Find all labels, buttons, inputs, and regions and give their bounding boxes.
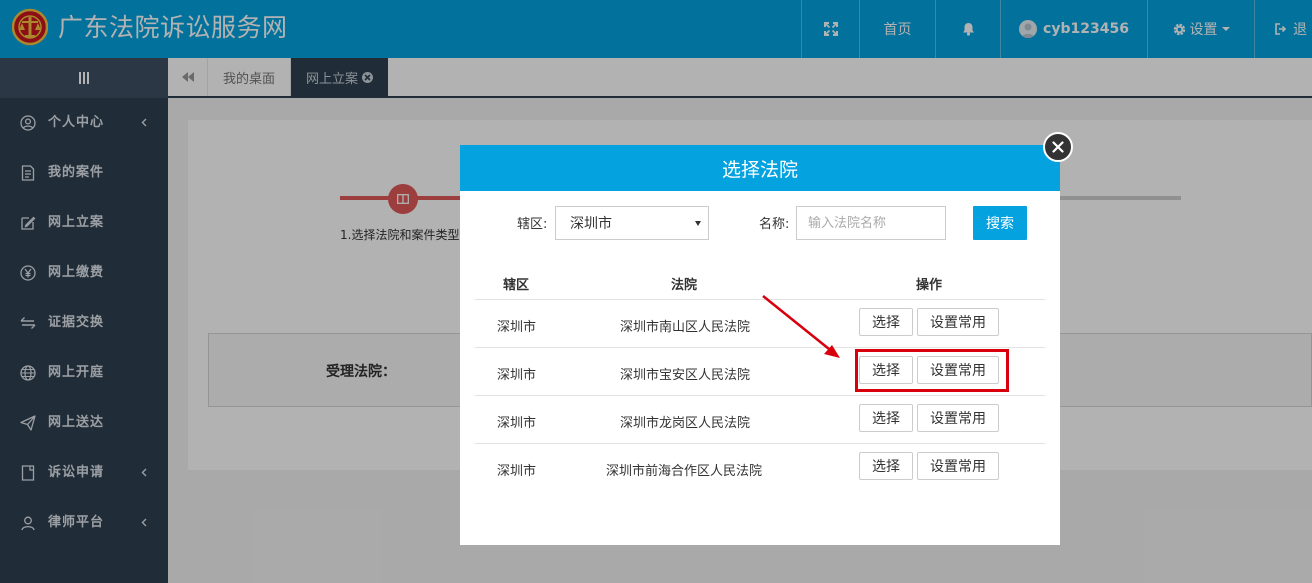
- cell-district: 深圳市: [497, 416, 537, 431]
- cell-district: 深圳市: [497, 320, 537, 335]
- district-select[interactable]: 深圳市: [555, 206, 709, 240]
- cell-court: 深圳市前海合作区人民法院: [606, 464, 763, 479]
- select-court-button[interactable]: 选择: [859, 452, 913, 480]
- column-header-action: 操作: [916, 278, 943, 293]
- table-row: 深圳市 深圳市龙岗区人民法院 选择 设置常用: [475, 396, 1045, 444]
- modal-title: 选择法院: [460, 145, 1060, 191]
- cell-court: 深圳市宝安区人民法院: [620, 368, 751, 383]
- court-name-label: 名称:: [759, 217, 790, 232]
- select-court-button[interactable]: 选择: [859, 404, 913, 432]
- district-label: 辖区:: [517, 217, 548, 232]
- court-name-input[interactable]: [796, 206, 946, 240]
- set-common-button[interactable]: 设置常用: [917, 308, 999, 336]
- cell-court: 深圳市南山区人民法院: [620, 320, 751, 335]
- close-icon: [1052, 141, 1064, 153]
- search-button[interactable]: 搜索: [973, 206, 1027, 240]
- close-modal-button[interactable]: [1043, 132, 1073, 162]
- column-header-court: 法院: [671, 278, 698, 293]
- column-header-district: 辖区: [503, 278, 530, 293]
- table-row: 深圳市 深圳市前海合作区人民法院 选择 设置常用: [475, 444, 1045, 492]
- set-common-button[interactable]: 设置常用: [917, 452, 999, 480]
- annotation-highlight-box: [855, 349, 1009, 392]
- set-common-button[interactable]: 设置常用: [917, 404, 999, 432]
- district-select-value: 深圳市: [570, 216, 612, 232]
- cell-district: 深圳市: [497, 464, 537, 479]
- annotation-arrow-icon: [762, 295, 840, 358]
- chevron-down-icon: [695, 221, 701, 226]
- cell-court: 深圳市龙岗区人民法院: [620, 416, 751, 431]
- cell-district: 深圳市: [497, 368, 537, 383]
- select-court-button[interactable]: 选择: [859, 308, 913, 336]
